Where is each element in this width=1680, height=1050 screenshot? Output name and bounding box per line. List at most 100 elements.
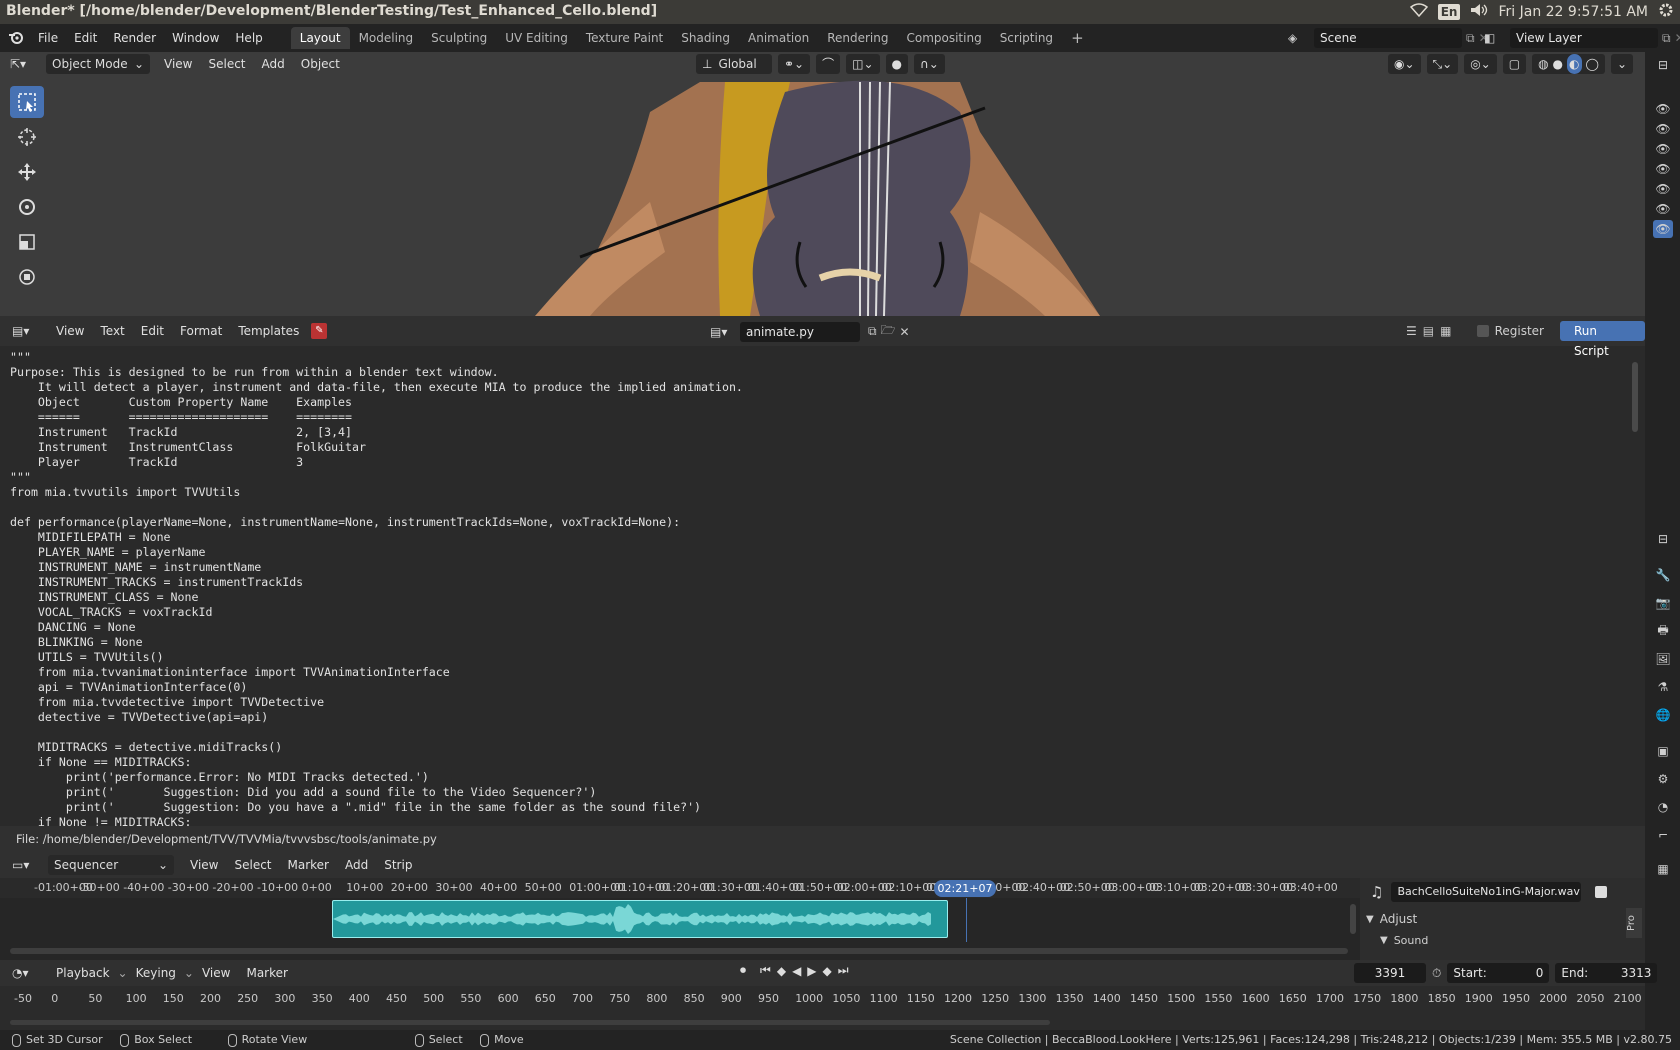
- clock[interactable]: Fri Jan 22 9:57:51 AM: [1498, 4, 1648, 20]
- shading-options-dropdown[interactable]: ⌄: [1610, 54, 1634, 74]
- jump-end-icon[interactable]: ⏭: [838, 963, 849, 978]
- run-script-button[interactable]: Run Script: [1559, 321, 1645, 358]
- xray-toggle[interactable]: ▢: [1502, 54, 1527, 74]
- next-keyframe-icon[interactable]: ◆: [823, 964, 832, 978]
- line-numbers-toggle-icon[interactable]: ☰: [1406, 324, 1417, 338]
- sidebar-tab-properties[interactable]: Pro: [1626, 908, 1642, 938]
- seq-menu-select[interactable]: Select: [226, 853, 279, 877]
- tab-scripting[interactable]: Scripting: [991, 27, 1062, 49]
- language-indicator[interactable]: En: [1437, 4, 1461, 20]
- wifi-icon[interactable]: [1409, 3, 1428, 21]
- 3d-viewport[interactable]: ⇱▾ Object Mode ⌄ View Select Add Object ⊥…: [0, 52, 1645, 316]
- settings-gear-icon[interactable]: [1658, 2, 1674, 22]
- menu-render[interactable]: Render: [105, 24, 164, 52]
- view-layer-remove-icon[interactable]: ✕: [1675, 31, 1680, 45]
- text-menu-edit[interactable]: Edit: [133, 319, 172, 343]
- jump-start-icon[interactable]: ⏮: [760, 963, 771, 978]
- texture-properties-icon[interactable]: ▦: [1653, 860, 1673, 878]
- editor-type-icon[interactable]: ▤▾: [12, 324, 42, 338]
- transform-tool-icon[interactable]: [10, 261, 44, 293]
- render-properties-icon[interactable]: 📷: [1653, 594, 1673, 612]
- collapse-triangle-icon[interactable]: ▼: [1380, 935, 1388, 946]
- text-modified-warning-icon[interactable]: ✎: [311, 323, 328, 339]
- adjust-panel-label[interactable]: Adjust: [1380, 912, 1418, 926]
- prev-keyframe-icon[interactable]: ◆: [777, 964, 786, 978]
- sequencer-time-ruler[interactable]: -01:00+00 -50+00 -40+00 -30+00 -20+00 -10+00 0…: [0, 878, 1360, 898]
- viewport-menu-add[interactable]: Add: [254, 52, 293, 76]
- material-shading-icon[interactable]: ◐: [1567, 54, 1582, 74]
- code-area[interactable]: """ Purpose: This is designed to be run …: [10, 350, 743, 830]
- constraint-properties-icon[interactable]: ⌐: [1653, 826, 1673, 844]
- proportional-falloff-dropdown[interactable]: ∩⌄: [914, 54, 945, 74]
- sequencer-channels[interactable]: [0, 898, 1360, 960]
- tab-modeling[interactable]: Modeling: [350, 27, 423, 49]
- snap-icon[interactable]: ⌒: [816, 54, 841, 74]
- record-icon[interactable]: ⏺: [740, 963, 746, 978]
- proportional-edit-icon[interactable]: ●: [885, 54, 909, 74]
- viewport-menu-object[interactable]: Object: [293, 52, 348, 76]
- tl-menu-keying[interactable]: Keying: [128, 961, 184, 985]
- end-frame-field[interactable]: End: 3313: [1555, 963, 1658, 983]
- scene-field[interactable]: Scene: [1314, 28, 1462, 48]
- outliner-visibility-icon[interactable]: 👁: [1653, 100, 1673, 118]
- overlays-dropdown[interactable]: ◎⌄: [1464, 54, 1497, 74]
- gizmo-dropdown[interactable]: ⤡⌄: [1426, 54, 1459, 74]
- object-properties-icon[interactable]: ▣: [1653, 742, 1673, 760]
- sequencer-h-scrollbar[interactable]: [10, 948, 1348, 954]
- timeline-frame-ruler[interactable]: -50 0 50 100 150 200 250 300 350 400 450 500 550 600 6…: [0, 986, 1645, 1030]
- add-workspace-plus-icon[interactable]: +: [1062, 27, 1093, 49]
- register-checkbox[interactable]: [1477, 325, 1489, 337]
- outliner-visibility-icon[interactable]: 👁: [1653, 120, 1673, 138]
- strip-name-field[interactable]: BachCelloSuiteNo1inG-Major.wav: [1391, 882, 1582, 902]
- viewport-menu-select[interactable]: Select: [200, 52, 253, 76]
- cursor-tool-icon[interactable]: [10, 121, 44, 153]
- scene-new-icon[interactable]: ⧉: [1466, 31, 1475, 46]
- tab-animation[interactable]: Animation: [739, 27, 818, 49]
- text-menu-templates[interactable]: Templates: [230, 319, 307, 343]
- seq-menu-marker[interactable]: Marker: [280, 853, 337, 877]
- word-wrap-toggle-icon[interactable]: ▤: [1423, 324, 1434, 338]
- text-browse-icon[interactable]: ▤▾: [710, 325, 736, 339]
- orientation-dropdown[interactable]: ⊥ Global: [696, 54, 772, 74]
- tab-shading[interactable]: Shading: [672, 27, 739, 49]
- tab-texture-paint[interactable]: Texture Paint: [577, 27, 672, 49]
- output-properties-icon[interactable]: 🖶: [1653, 622, 1673, 640]
- view-layer-new-icon[interactable]: ⧉: [1662, 31, 1671, 46]
- tab-compositing[interactable]: Compositing: [897, 27, 990, 49]
- tl-menu-playback[interactable]: Playback: [48, 961, 118, 985]
- scale-tool-icon[interactable]: [10, 226, 44, 258]
- outliner-visibility-icon[interactable]: 👁: [1653, 180, 1673, 198]
- wireframe-shading-icon[interactable]: ◍: [1538, 54, 1548, 74]
- collapse-triangle-icon[interactable]: ▼: [1366, 914, 1374, 925]
- blender-logo-icon[interactable]: [8, 30, 26, 47]
- scene-icon[interactable]: ◈: [1288, 31, 1310, 45]
- sequencer-view-type-dropdown[interactable]: Sequencer ⌄: [48, 855, 174, 875]
- text-open-icon[interactable]: 🗁: [881, 321, 896, 342]
- text-menu-view[interactable]: View: [48, 319, 92, 343]
- viewport-menu-view[interactable]: View: [156, 52, 200, 76]
- tab-layout[interactable]: Layout: [290, 27, 350, 49]
- stopwatch-icon[interactable]: ⏱: [1432, 966, 1441, 981]
- modifier-properties-icon[interactable]: ⚙: [1653, 770, 1673, 788]
- menu-window[interactable]: Window: [164, 24, 227, 52]
- strip-mute-checkbox[interactable]: [1595, 886, 1608, 898]
- tab-uv-editing[interactable]: UV Editing: [496, 27, 577, 49]
- play-icon[interactable]: ▶: [807, 964, 816, 978]
- playhead-time-badge[interactable]: 02:21+07: [934, 880, 996, 897]
- rotate-tool-icon[interactable]: [10, 191, 44, 223]
- seq-menu-add[interactable]: Add: [337, 853, 376, 877]
- editor-type-icon[interactable]: ⇱▾: [10, 57, 40, 71]
- editor-type-icon[interactable]: ▭▾: [12, 858, 42, 872]
- tab-sculpting[interactable]: Sculpting: [422, 27, 496, 49]
- pivot-dropdown[interactable]: ⚭⌄: [778, 54, 811, 74]
- seq-menu-strip[interactable]: Strip: [376, 853, 420, 877]
- properties-type-icon[interactable]: ⊟: [1653, 530, 1673, 548]
- text-new-icon[interactable]: ⧉: [868, 324, 877, 339]
- move-tool-icon[interactable]: [10, 156, 44, 188]
- view-layer-properties-icon[interactable]: 🖼: [1653, 650, 1673, 668]
- rendered-shading-icon[interactable]: ◯: [1586, 54, 1599, 74]
- text-scrollbar[interactable]: [1632, 362, 1638, 432]
- solid-shading-icon[interactable]: ●: [1553, 54, 1563, 74]
- properties-editor-icon[interactable]: ⊟: [1653, 56, 1673, 74]
- text-menu-format[interactable]: Format: [172, 319, 230, 343]
